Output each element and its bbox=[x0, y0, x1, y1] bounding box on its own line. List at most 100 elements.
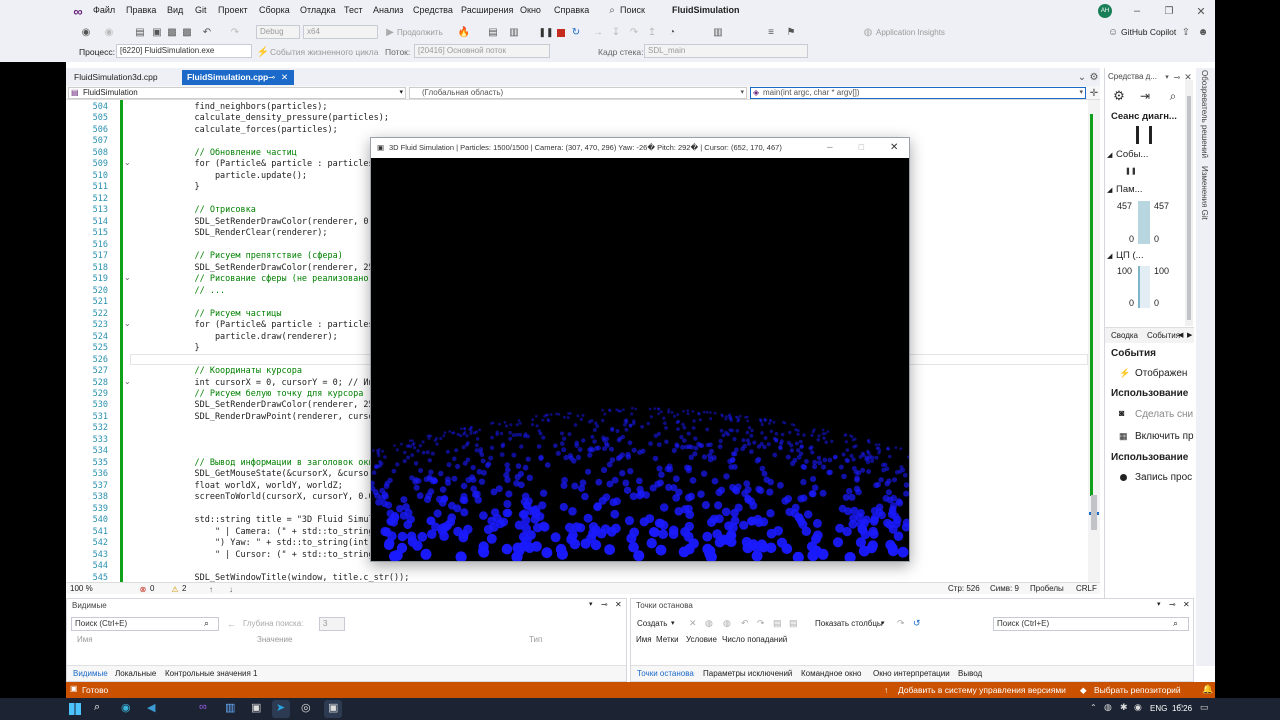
language-indicator[interactable]: ENG bbox=[1150, 704, 1167, 713]
chevron-left-icon[interactable]: ◀ bbox=[1178, 331, 1183, 339]
pause-icon[interactable]: ❚❚ bbox=[538, 26, 553, 38]
code-line[interactable]: SDL_RenderDrawPoint(renderer, cursorX, bbox=[174, 412, 388, 422]
thread-select[interactable]: [20416] Основной поток bbox=[414, 44, 550, 58]
panel-scrollbar[interactable] bbox=[1185, 80, 1193, 326]
tab-summary[interactable]: Сводка bbox=[1111, 331, 1138, 340]
settings-icon[interactable]: ⚙ bbox=[1089, 71, 1099, 83]
code-line[interactable]: ") Yaw: " + std::to_string(int(cam bbox=[174, 538, 389, 548]
network-icon[interactable]: ◉ bbox=[1134, 702, 1142, 713]
menu-tools[interactable]: Средства bbox=[413, 5, 453, 15]
tab-breakpoints[interactable]: Точки останова bbox=[637, 669, 694, 678]
column-bp-name[interactable]: Имя bbox=[636, 635, 652, 644]
back-icon[interactable]: ◉ bbox=[80, 26, 92, 38]
code-line[interactable]: particle.draw(renderer); bbox=[174, 332, 338, 342]
settings-icon[interactable]: ⚙ bbox=[1111, 88, 1127, 104]
close-icon[interactable]: ✕ bbox=[615, 600, 622, 609]
tab-immediate-window[interactable]: Окно интерпретации bbox=[873, 669, 950, 678]
continue-button[interactable]: Продолжить bbox=[397, 28, 443, 37]
code-line[interactable]: // Координаты курсора bbox=[174, 366, 301, 376]
chevron-down-icon[interactable]: ▾ bbox=[589, 600, 593, 608]
code-line[interactable]: find_neighbors(particles); bbox=[174, 102, 327, 112]
create-breakpoint-button[interactable]: Создать bbox=[637, 619, 667, 628]
add-to-source-control-button[interactable]: Добавить в систему управления версиями bbox=[898, 685, 1066, 695]
code-line[interactable]: // Рисуем белую точку для курсора bbox=[174, 389, 363, 399]
split-editor-icon[interactable]: ✛ bbox=[1089, 87, 1099, 99]
tray-icon[interactable]: ◍ bbox=[1104, 702, 1112, 713]
show-events-link[interactable]: Отображен bbox=[1135, 368, 1187, 379]
notifications-icon[interactable]: 🔔 bbox=[1202, 684, 1213, 695]
chevron-up-icon[interactable]: ⌃ bbox=[1090, 703, 1097, 712]
record-profile-link[interactable]: Запись прос bbox=[1135, 472, 1192, 483]
code-line[interactable]: // Вывод информации в заголовок окна bbox=[174, 458, 378, 468]
minimize-icon[interactable]: – bbox=[1130, 4, 1144, 18]
chevron-right-icon[interactable]: ▶ bbox=[1187, 331, 1192, 339]
app-insights-icon[interactable]: ◍ bbox=[862, 26, 874, 38]
fold-toggle-icon[interactable]: ⌄ bbox=[124, 319, 131, 328]
error-icon[interactable]: ⊗ bbox=[138, 584, 148, 594]
config-select[interactable]: Debug bbox=[256, 25, 300, 39]
search-box[interactable]: Поиск bbox=[620, 5, 645, 15]
search-icon[interactable]: ⌕ bbox=[606, 4, 618, 16]
code-line[interactable]: } bbox=[174, 182, 199, 192]
close-icon[interactable]: ✕ bbox=[890, 138, 898, 158]
minimize-icon[interactable]: – bbox=[827, 138, 833, 158]
tab-fluidsimulation3d[interactable]: FluidSimulation3d.cpp bbox=[68, 70, 164, 85]
tab-exception-settings[interactable]: Параметры исключений bbox=[703, 669, 792, 678]
tab-autos[interactable]: Видимые bbox=[73, 669, 108, 678]
share-icon[interactable]: ⇪ bbox=[1180, 26, 1192, 38]
select-tools-icon[interactable]: ⇥ bbox=[1137, 88, 1153, 104]
code-line[interactable]: SDL_RenderClear(renderer); bbox=[174, 228, 327, 238]
column-bp-hitcount[interactable]: Число попаданий bbox=[722, 635, 787, 644]
stack-frame-select[interactable]: SDL_main bbox=[644, 44, 808, 58]
member-dropdown[interactable]: main(int argc, char * argv[]) ◈ ▾ bbox=[750, 87, 1086, 99]
edge-icon[interactable]: ◉ bbox=[121, 701, 131, 714]
redo-icon[interactable]: ↷ bbox=[757, 618, 765, 629]
pin-icon[interactable]: ⊸ bbox=[1169, 600, 1176, 609]
code-line[interactable]: } bbox=[174, 343, 199, 353]
menu-test[interactable]: Тест bbox=[344, 5, 363, 15]
code-line[interactable]: // Рисуем частицы bbox=[174, 309, 281, 319]
undo-icon[interactable]: ↶ bbox=[741, 618, 749, 629]
pin-icon[interactable]: ⊸ bbox=[268, 70, 275, 85]
lifecycle-events-button[interactable]: События жизненного цикла bbox=[270, 47, 378, 57]
process-select[interactable]: [6220] FluidSimulation.exe bbox=[116, 44, 252, 58]
copilot-icon[interactable]: ☺ bbox=[1107, 26, 1119, 38]
code-line[interactable]: // Рисуем препятствие (сфера) bbox=[174, 251, 342, 261]
restore-icon[interactable]: ❐ bbox=[1162, 4, 1176, 18]
close-tab-icon[interactable]: ✕ bbox=[281, 70, 288, 85]
maximize-icon[interactable]: ☐ bbox=[858, 138, 865, 158]
step-over-icon[interactable]: ↷ bbox=[628, 26, 640, 38]
clock[interactable]: 16:26 bbox=[1172, 704, 1192, 713]
column-number[interactable]: Симв: 9 bbox=[990, 584, 1019, 593]
column-name[interactable]: Имя bbox=[77, 635, 93, 644]
code-line[interactable]: particle.update(); bbox=[174, 171, 307, 181]
chevron-down-icon[interactable]: ▾ bbox=[881, 619, 885, 627]
folder-icon[interactable]: ▤ bbox=[487, 26, 499, 38]
vertical-scrollbar[interactable] bbox=[1088, 100, 1100, 582]
zoom-level[interactable]: 100 % bbox=[70, 584, 93, 593]
tab-command-window[interactable]: Командное окно bbox=[801, 669, 862, 678]
menu-extensions[interactable]: Расширения bbox=[461, 5, 513, 15]
particle-canvas[interactable] bbox=[371, 158, 909, 561]
code-line[interactable]: SDL_SetRenderDrawColor(renderer, 0, 0, bbox=[174, 217, 388, 227]
code-line[interactable]: // Обновление частиц bbox=[174, 148, 296, 158]
diagnostics-icon[interactable]: ▥ bbox=[508, 26, 520, 38]
continue-icon[interactable]: ▶ bbox=[385, 26, 395, 38]
vscode-icon[interactable]: ◀ bbox=[147, 701, 155, 714]
avatar[interactable]: AH bbox=[1098, 4, 1112, 18]
show-columns-button[interactable]: Показать столбцы bbox=[815, 619, 883, 628]
code-line[interactable]: // Рисование сферы (не реализовано) bbox=[174, 274, 373, 284]
start-icon[interactable] bbox=[69, 703, 81, 715]
column-bp-labels[interactable]: Метки bbox=[656, 635, 679, 644]
search-depth-select[interactable]: 3 bbox=[319, 617, 345, 631]
redo-icon[interactable]: ↷ bbox=[229, 26, 241, 38]
arrow-down-icon[interactable]: ↓ bbox=[226, 584, 236, 594]
code-line[interactable]: SDL_SetRenderDrawColor(renderer, 255, bbox=[174, 400, 383, 410]
restart-icon[interactable]: ↻ bbox=[570, 26, 582, 38]
import-icon[interactable]: ▤ bbox=[789, 618, 798, 629]
step-into-icon[interactable]: ↧ bbox=[610, 26, 622, 38]
new-item-icon[interactable]: ▤ bbox=[134, 26, 146, 38]
toggle-all-icon[interactable]: ◍ bbox=[705, 618, 713, 629]
fold-toggle-icon[interactable]: ⌄ bbox=[124, 158, 131, 167]
menu-git[interactable]: Git bbox=[195, 5, 207, 15]
